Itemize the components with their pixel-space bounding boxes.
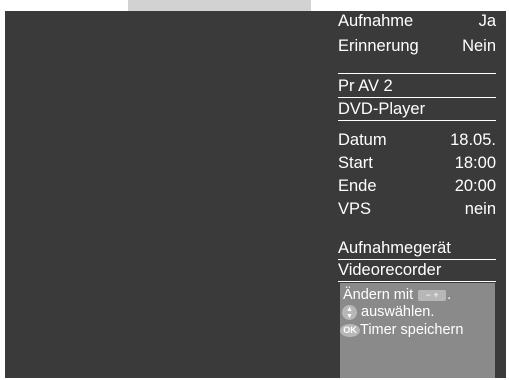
updown-arrows-icon: ▲ ▼	[342, 305, 357, 320]
erinnerung-row[interactable]: Erinnerung Nein	[338, 35, 496, 57]
start-label: Start	[338, 154, 373, 172]
device-label: Aufnahmegerät	[338, 239, 451, 257]
device-value-row[interactable]: Videorecorder	[338, 259, 496, 281]
erinnerung-value: Nein	[462, 37, 496, 55]
vps-value: nein	[464, 200, 496, 218]
device-label-row[interactable]: Aufnahmegerät	[338, 237, 496, 259]
help-select-line: auswählen.	[361, 304, 434, 321]
program-channel-row[interactable]: Pr AV 2	[338, 75, 496, 97]
ok-button-icon: OK	[340, 324, 360, 337]
ende-row[interactable]: Ende 20:00	[338, 175, 496, 197]
separator-1	[338, 73, 496, 74]
erinnerung-label: Erinnerung	[338, 37, 419, 55]
help-change-line: Ändern mit − +.	[343, 287, 451, 304]
program-name-row[interactable]: DVD-Player	[338, 98, 496, 120]
help-change-prefix: Ändern mit	[343, 287, 414, 303]
top-bar	[128, 0, 311, 11]
aufnahme-value: Ja	[478, 12, 496, 30]
aufnahme-label: Aufnahme	[338, 12, 414, 30]
datum-value: 18.05.	[450, 131, 496, 149]
separator-5	[338, 281, 496, 282]
ende-label: Ende	[338, 177, 377, 195]
aufnahme-row[interactable]: Aufnahme Ja	[338, 10, 496, 32]
minus-plus-keys-icon: − +	[418, 289, 447, 301]
device-value: Videorecorder	[338, 261, 442, 279]
help-save-text: Timer speichern	[360, 322, 464, 338]
screen: Aufnahme Ja Erinnerung Nein Pr AV 2 DVD-…	[0, 0, 509, 380]
vps-label: VPS	[338, 200, 372, 218]
help-box: Ändern mit − +. auswählen. ▲ ▼ OK Timer s…	[340, 283, 495, 378]
program-name: DVD-Player	[338, 100, 426, 118]
help-select-text: auswählen.	[361, 304, 435, 320]
datum-label: Datum	[338, 131, 387, 149]
start-value: 18:00	[454, 154, 496, 172]
help-change-suffix: .	[447, 287, 452, 303]
help-save-line: Timer speichern	[360, 322, 463, 339]
program-channel: Pr AV 2	[338, 77, 393, 95]
ende-value: 20:00	[454, 177, 496, 195]
separator-3	[338, 120, 496, 121]
datum-row[interactable]: Datum 18.05.	[338, 129, 496, 151]
vps-row[interactable]: VPS nein	[338, 198, 496, 220]
start-row[interactable]: Start 18:00	[338, 152, 496, 174]
